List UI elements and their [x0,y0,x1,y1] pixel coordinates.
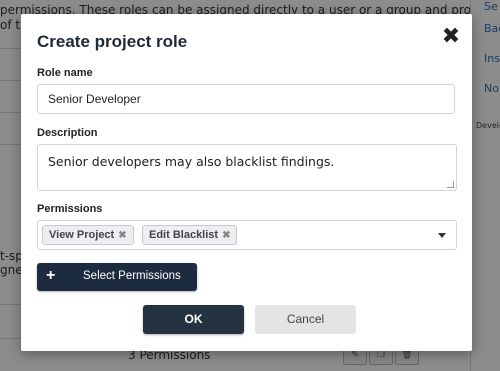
plus-icon: + [46,267,56,284]
select-permissions-label: Select Permissions [83,270,181,282]
description-textarea[interactable]: Senior developers may also blacklist fin… [37,144,457,191]
permission-tag-label: View Project [49,229,115,241]
resize-handle-icon[interactable] [447,181,454,188]
permissions-select[interactable]: View Project ✖ Edit Blacklist ✖ [37,220,457,250]
permission-tag: View Project ✖ [42,225,134,245]
permissions-label: Permissions [37,203,103,215]
chevron-down-icon[interactable] [438,233,446,238]
permission-tag-label: Edit Blacklist [149,229,219,241]
description-label: Description [37,127,98,139]
cancel-button[interactable]: Cancel [255,305,356,334]
dialog-title: Create project role [37,32,188,51]
select-permissions-button[interactable]: + Select Permissions [37,263,197,291]
close-icon[interactable]: ✖ [440,26,462,48]
ok-button[interactable]: OK [143,305,244,334]
remove-tag-icon[interactable]: ✖ [118,230,126,241]
permission-tag: Edit Blacklist ✖ [142,225,238,245]
role-name-label: Role name [37,67,93,79]
role-name-input[interactable] [37,84,455,114]
create-project-role-dialog: Create project role ✖ Role name Descript… [21,14,472,351]
remove-tag-icon[interactable]: ✖ [222,230,230,241]
description-text: Senior developers may also blacklist fin… [48,154,335,169]
